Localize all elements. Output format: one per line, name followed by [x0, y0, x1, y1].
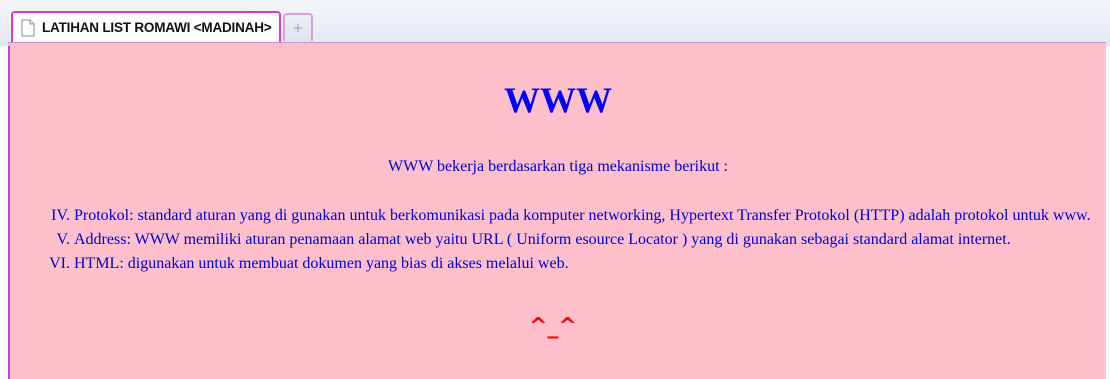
- tab-bar: LATIHAN LIST ROMAWI <MADINAH> +: [0, 0, 1110, 47]
- tab-active[interactable]: LATIHAN LIST ROMAWI <MADINAH>: [11, 11, 281, 42]
- new-tab-button[interactable]: +: [283, 13, 313, 41]
- page-content: WWW WWW bekerja berdasarkan tiga mekanis…: [8, 46, 1106, 379]
- emoticon: ^_^: [529, 314, 577, 339]
- list-item-text: Address: WWW memiliki aturan penamaan al…: [74, 231, 1011, 248]
- page-heading: WWW: [504, 80, 612, 120]
- plus-icon: +: [292, 20, 304, 36]
- list-item-text: Protokol: standard aturan yang di gunaka…: [74, 207, 1091, 224]
- intro-text: WWW bekerja berdasarkan tiga mekanisme b…: [387, 158, 728, 175]
- list-item-text: HTML: digunakan untuk membuat dokumen ya…: [74, 255, 569, 272]
- list-numeral: V.: [56, 231, 71, 248]
- document-icon: [21, 19, 35, 36]
- list-item: IV. Protokol: standard aturan yang di gu…: [10, 204, 1108, 228]
- tab-title: LATIHAN LIST ROMAWI <MADINAH>: [42, 20, 272, 35]
- list-item: V. Address: WWW memiliki aturan penamaan…: [10, 228, 1108, 252]
- list-numeral: IV.: [51, 207, 70, 224]
- roman-list: IV. Protokol: standard aturan yang di gu…: [10, 204, 1108, 276]
- list-item: VI. HTML: digunakan untuk membuat dokume…: [10, 252, 1108, 276]
- list-numeral: VI.: [49, 255, 70, 272]
